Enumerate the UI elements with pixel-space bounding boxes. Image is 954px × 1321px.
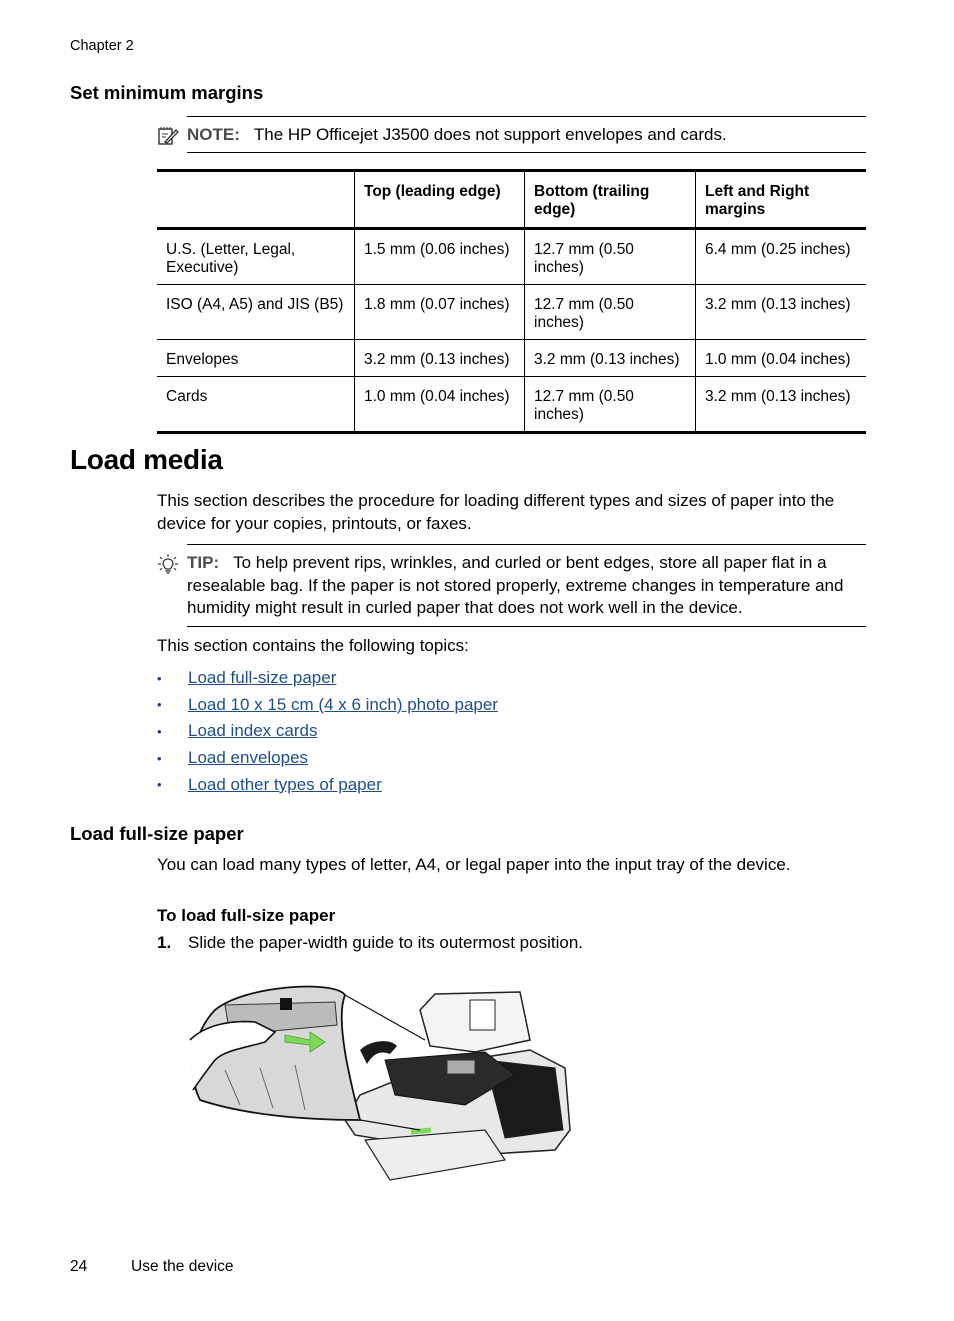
load-media-intro: This section describes the procedure for…: [157, 491, 835, 533]
table-cell: 12.7 mm (0.50 inches): [524, 228, 696, 285]
tip-bottom-rule: [187, 626, 866, 627]
step-text: Slide the paper-width guide to its outer…: [188, 933, 584, 952]
table-row: ISO (A4, A5) and JIS (B5) 1.8 mm (0.07 i…: [157, 284, 866, 340]
topic-link-index-cards[interactable]: Load index cards: [188, 721, 317, 741]
table-row: Cards 1.0 mm (0.04 inches) 12.7 mm (0.50…: [157, 376, 866, 433]
table-row: U.S. (Letter, Legal, Executive) 1.5 mm (…: [157, 228, 866, 285]
note-text: The HP Officejet J3500 does not support …: [253, 125, 727, 144]
full-size-intro: You can load many types of letter, A4, o…: [157, 855, 791, 874]
list-item: • Load envelopes: [157, 745, 498, 772]
table-cell: 12.7 mm (0.50 inches): [524, 376, 696, 433]
page-title-load-media: Load media: [70, 444, 223, 475]
table-cell: ISO (A4, A5) and JIS (B5): [157, 284, 355, 340]
section-title-load-full-size-paper: Load full-size paper: [70, 823, 244, 844]
bullet-icon: •: [157, 777, 162, 793]
table-cell: 3.2 mm (0.13 inches): [695, 284, 866, 340]
table-cell: 1.5 mm (0.06 inches): [354, 228, 525, 285]
table-cell: 1.8 mm (0.07 inches): [354, 284, 525, 340]
tip-block: TIP: To help prevent rips, wrinkles, and …: [157, 552, 867, 620]
note-top-rule: [187, 116, 866, 117]
topic-link-full-size-paper[interactable]: Load full-size paper: [188, 668, 336, 688]
note-block: NOTE: The HP Officejet J3500 does not su…: [157, 124, 727, 146]
procedure-step: 1. Slide the paper-width guide to its out…: [157, 933, 583, 953]
table-cell: 1.0 mm (0.04 inches): [695, 339, 866, 377]
list-item: • Load full-size paper: [157, 665, 498, 692]
table-cell: 3.2 mm (0.13 inches): [524, 339, 696, 377]
note-label: NOTE:: [187, 125, 240, 144]
table-header-row: Top (leading edge) Bottom (trailing edge…: [157, 170, 866, 230]
tip-text: To help prevent rips, wrinkles, and curl…: [187, 553, 844, 617]
table-cell: 3.2 mm (0.13 inches): [695, 376, 866, 433]
step-number: 1.: [157, 933, 172, 952]
lightbulb-icon: [157, 553, 179, 582]
list-item: • Load index cards: [157, 718, 498, 745]
table-header-cell: Top (leading edge): [354, 170, 525, 230]
topics-list: • Load full-size paper • Load 10 x 15 cm (…: [157, 665, 498, 798]
list-item: • Load other types of paper: [157, 771, 498, 798]
printer-illustration: [185, 980, 580, 1190]
tip-content: TIP: To help prevent rips, wrinkles, and …: [157, 552, 867, 620]
footer-section-name: Use the device: [131, 1258, 234, 1275]
table-cell: 1.0 mm (0.04 inches): [354, 376, 525, 433]
list-item: • Load 10 x 15 cm (4 x 6 inch) photo pape…: [157, 692, 498, 719]
table-cell: 6.4 mm (0.25 inches): [695, 228, 866, 285]
note-pencil-icon: [157, 124, 179, 146]
table-cell: U.S. (Letter, Legal, Executive): [166, 241, 296, 276]
table-cell: 3.2 mm (0.13 inches): [354, 339, 525, 377]
topic-link-other-paper[interactable]: Load other types of paper: [188, 775, 382, 795]
bullet-icon: •: [157, 697, 162, 713]
table-header-cell: Left and Right margins: [695, 170, 866, 230]
procedure-title: To load full-size paper: [157, 906, 336, 925]
topic-link-photo-paper[interactable]: Load 10 x 15 cm (4 x 6 inch) photo paper: [188, 695, 498, 715]
note-bottom-rule: [187, 152, 866, 153]
table-cell: Cards: [157, 376, 355, 433]
table-cell: Envelopes: [157, 339, 355, 377]
bullet-icon: •: [157, 723, 162, 739]
table-cell: 12.7 mm (0.50 inches): [524, 284, 696, 340]
topics-intro: This section contains the following topi…: [157, 636, 469, 655]
table-header-cell: [157, 170, 355, 230]
margins-table: Top (leading edge) Bottom (trailing edge…: [157, 169, 866, 434]
tip-top-rule: [187, 544, 866, 545]
table-row: Envelopes 3.2 mm (0.13 inches) 3.2 mm (0…: [157, 339, 866, 377]
page-number: 24: [70, 1258, 88, 1275]
table-header-cell: Bottom (trailing edge): [524, 170, 696, 230]
section-title-set-minimum-margins: Set minimum margins: [70, 82, 264, 103]
bullet-icon: •: [157, 670, 162, 686]
topic-link-envelopes[interactable]: Load envelopes: [188, 748, 308, 768]
bullet-icon: •: [157, 750, 162, 766]
chapter-header: Chapter 2: [70, 38, 134, 54]
tip-label: TIP:: [187, 553, 220, 572]
